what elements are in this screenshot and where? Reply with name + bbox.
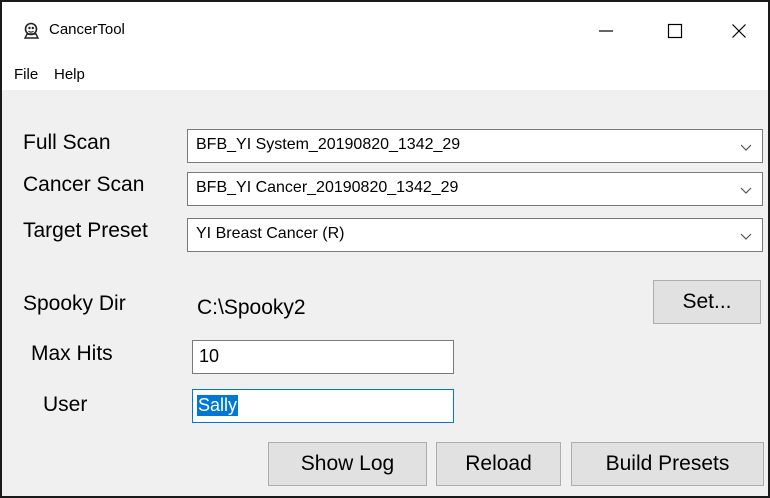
show-log-button[interactable]: Show Log bbox=[268, 442, 427, 486]
chevron-down-icon bbox=[740, 144, 752, 151]
full-scan-label: Full Scan bbox=[23, 131, 111, 154]
build-presets-button[interactable]: Build Presets bbox=[571, 442, 764, 486]
main-form: Full Scan BFB_YI System_20190820_1342_29… bbox=[2, 90, 768, 496]
full-scan-dropdown[interactable]: BFB_YI System_20190820_1342_29 bbox=[187, 129, 763, 163]
menu-bar: File Help bbox=[2, 60, 768, 90]
spooky-dir-value: C:\Spooky2 bbox=[197, 296, 306, 319]
chevron-down-icon bbox=[740, 187, 752, 194]
max-hits-value: 10 bbox=[199, 346, 220, 366]
full-scan-value: BFB_YI System_20190820_1342_29 bbox=[196, 136, 461, 153]
max-hits-input[interactable]: 10 bbox=[192, 340, 454, 374]
close-button[interactable] bbox=[709, 2, 769, 60]
app-window: CancerTool File Help Full Scan BFB_YI Sy… bbox=[0, 0, 770, 498]
cancer-scan-value: BFB_YI Cancer_20190820_1342_29 bbox=[196, 179, 459, 196]
target-preset-value: YI Breast Cancer (R) bbox=[196, 225, 345, 242]
set-dir-button[interactable]: Set... bbox=[653, 280, 761, 324]
window-title: CancerTool bbox=[49, 21, 125, 38]
app-icon bbox=[23, 22, 40, 39]
max-hits-label: Max Hits bbox=[31, 342, 113, 365]
menu-help[interactable]: Help bbox=[54, 66, 85, 83]
chevron-down-icon bbox=[740, 233, 752, 240]
target-preset-dropdown[interactable]: YI Breast Cancer (R) bbox=[187, 218, 763, 252]
close-icon bbox=[732, 24, 746, 38]
target-preset-label: Target Preset bbox=[23, 219, 148, 242]
reload-button[interactable]: Reload bbox=[436, 442, 561, 486]
menu-file[interactable]: File bbox=[14, 66, 38, 83]
spooky-dir-label: Spooky Dir bbox=[23, 292, 126, 315]
user-label: User bbox=[43, 393, 88, 416]
maximize-button[interactable] bbox=[645, 2, 705, 60]
minimize-button[interactable] bbox=[576, 2, 636, 60]
minimize-icon bbox=[599, 30, 613, 32]
user-input[interactable]: Sally bbox=[192, 389, 454, 423]
maximize-icon bbox=[667, 23, 683, 39]
title-bar[interactable]: CancerTool bbox=[2, 2, 768, 60]
cancer-scan-dropdown[interactable]: BFB_YI Cancer_20190820_1342_29 bbox=[187, 172, 763, 206]
user-value: Sally bbox=[197, 395, 239, 416]
cancer-scan-label: Cancer Scan bbox=[23, 173, 145, 196]
